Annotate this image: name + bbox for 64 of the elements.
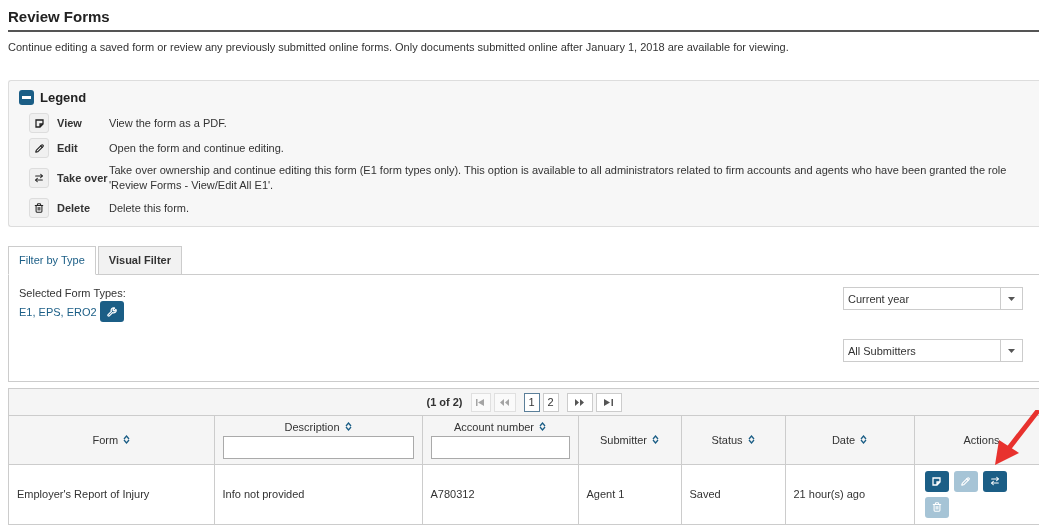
swap-arrows-icon — [34, 173, 44, 183]
sort-icon[interactable] — [747, 435, 755, 445]
sort-icon[interactable] — [344, 422, 352, 432]
collapse-toggle[interactable] — [19, 90, 34, 105]
legend-description: Delete this form. — [109, 200, 191, 216]
prev-page-icon — [500, 398, 510, 406]
legend-label: View — [57, 117, 83, 129]
caret-icon — [1008, 296, 1015, 301]
sort-icon[interactable] — [652, 435, 660, 445]
page-summary: (1 of 2) — [426, 396, 463, 408]
column-header[interactable]: Form — [9, 416, 214, 464]
sort-icon[interactable] — [539, 422, 547, 432]
column-filter-field[interactable] — [222, 435, 414, 459]
intro-text: Continue editing a saved form or review any previously submitted online forms. Only documents submitted online after January 1, 2018 are available for viewing. — [8, 41, 790, 53]
trash-icon — [34, 203, 44, 213]
table-cell: Employer's Report of Injury — [9, 464, 214, 524]
column-header[interactable]: Submitter — [578, 416, 681, 464]
column-label: Submitter — [599, 433, 648, 446]
wrench-icon — [106, 306, 117, 317]
legend-label: Edit — [57, 142, 79, 154]
pencil-icon — [961, 476, 970, 486]
legend-description: View the form as a PDF. — [109, 115, 228, 131]
column-label: Form — [92, 433, 119, 446]
tab[interactable]: Visual Filter — [97, 246, 182, 275]
legend-description: Open the form and continue editing. — [109, 140, 285, 156]
legend-description: Take over ownership and continue editing this form (E1 form types only). This option is available to all administrators related to firm accounts and agents who have been granted the role 'Review Forms - View/Edit All E1'. — [109, 163, 1008, 193]
minus-icon — [22, 96, 31, 99]
legend-label: Delete — [57, 202, 92, 214]
page-icon — [932, 476, 941, 486]
tab[interactable]: Filter by Type — [8, 246, 96, 275]
form-types-link[interactable]: E1, EPS, ERO2 — [19, 305, 97, 318]
column-label: Date — [831, 433, 856, 446]
legend-title: Legend — [40, 90, 87, 105]
dropdown[interactable]: Current year — [843, 287, 1023, 310]
column-header[interactable]: Description — [214, 416, 422, 464]
sort-icon[interactable] — [860, 435, 868, 445]
column-filter-field[interactable] — [430, 435, 570, 459]
swap-arrows-icon — [989, 476, 1000, 487]
column-header[interactable]: Account number — [422, 416, 578, 464]
last-page-button[interactable] — [595, 392, 622, 412]
column-header[interactable]: Status — [681, 416, 785, 464]
sort-icon[interactable] — [123, 435, 131, 445]
page-icon — [34, 118, 44, 128]
first-page-icon — [476, 398, 486, 406]
filter-label: Selected Form Types: — [19, 287, 126, 299]
column-header[interactable]: Date — [785, 416, 914, 464]
column-label: Actions — [963, 433, 1000, 446]
column-label: Account number — [453, 420, 535, 433]
dropdown[interactable]: All Submitters — [843, 339, 1023, 362]
caret-icon — [1008, 348, 1015, 353]
pencil-icon — [34, 143, 44, 153]
column-label: Status — [711, 433, 743, 446]
next-page-icon — [575, 398, 585, 406]
take-over-button[interactable] — [982, 470, 1007, 492]
last-page-icon — [604, 398, 614, 406]
page-button[interactable]: 2 — [542, 392, 559, 412]
column-label: Description — [284, 420, 340, 433]
page-title: Review Forms — [8, 8, 110, 25]
trash-icon — [931, 502, 942, 513]
next-page-button[interactable] — [566, 392, 593, 412]
page-button[interactable]: 1 — [523, 392, 540, 412]
view-button[interactable] — [924, 470, 949, 492]
legend-label: Take over — [57, 172, 109, 184]
wrench-button[interactable] — [99, 301, 124, 322]
